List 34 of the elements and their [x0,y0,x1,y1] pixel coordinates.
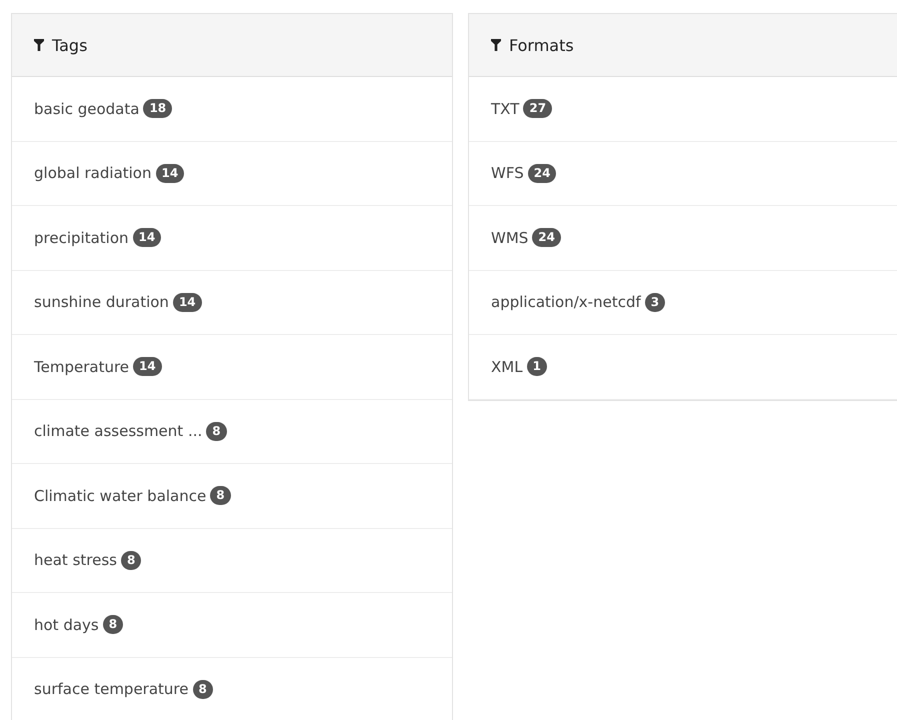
facet-link[interactable]: WMS [491,228,528,247]
count-badge: 14 [156,164,184,183]
count-badge: 18 [143,99,172,118]
facet-link[interactable]: surface temperature [34,680,188,698]
count-badge: 24 [528,164,556,183]
facet-link[interactable]: XML [491,358,523,376]
facet-link[interactable]: climate assessment ... [34,422,202,440]
facet-link[interactable]: basic geodata [34,100,140,118]
count-badge: 27 [523,99,552,118]
count-badge: 8 [192,680,213,699]
count-badge: 8 [102,615,124,634]
facet-link[interactable]: global radiation [34,164,152,182]
count-badge: 14 [133,357,162,376]
facet-link[interactable]: Climatic water balance [34,486,206,505]
facet-link[interactable]: sunshine duration [34,293,169,312]
panel-title: Formats [509,36,574,54]
count-badge: 14 [172,292,202,312]
panel-title: Tags [52,36,88,54]
facet-link[interactable]: hot days [34,616,99,634]
filter-icon [34,39,44,51]
count-badge: 3 [644,292,666,312]
count-badge: 1 [526,357,547,376]
facet-link[interactable]: TXT [491,100,520,118]
facet-link[interactable]: heat stress [34,551,117,570]
count-badge: 8 [120,550,142,570]
count-badge: 14 [132,228,162,248]
count-badge: 24 [532,228,561,248]
facet-link[interactable]: application/x-netcdf [491,293,641,312]
facet-link[interactable]: precipitation [34,228,128,247]
facet-link[interactable]: WFS [491,164,524,182]
count-badge: 8 [210,486,231,506]
count-badge: 8 [206,422,227,441]
filter-icon [491,39,501,51]
facet-link[interactable]: Temperature [34,358,130,376]
